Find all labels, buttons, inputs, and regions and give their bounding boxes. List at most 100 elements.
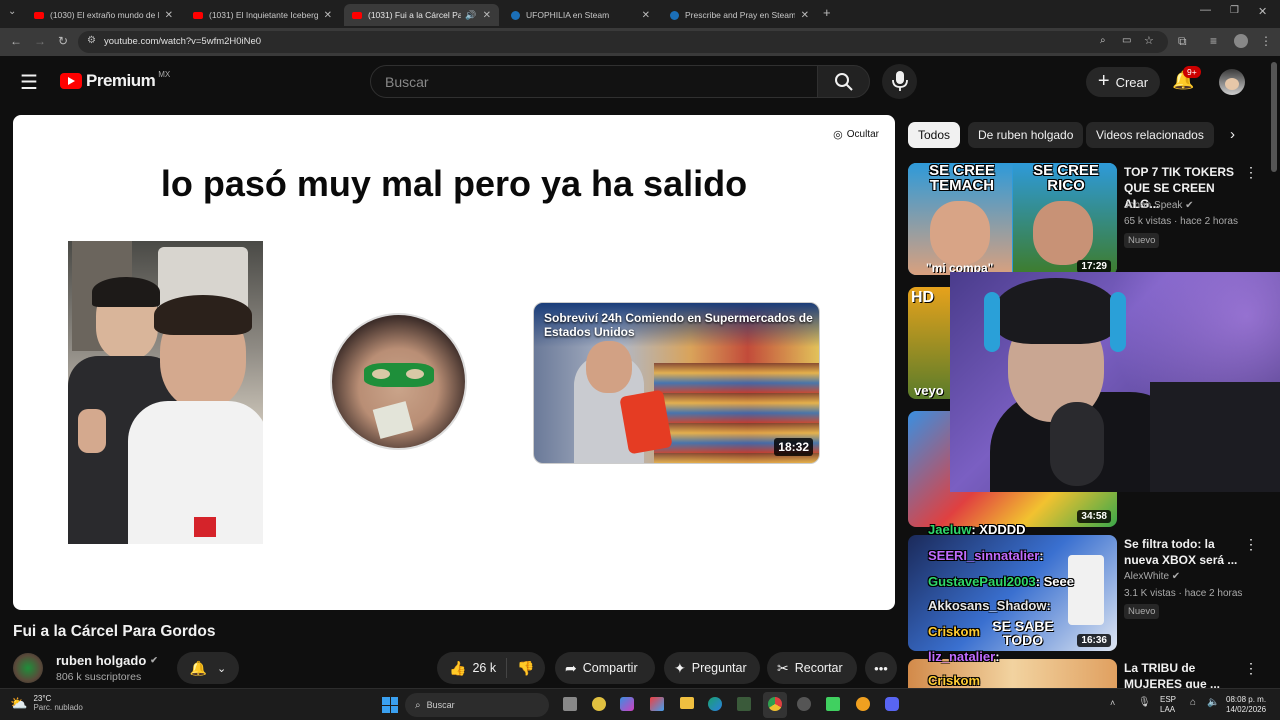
- more-actions-button[interactable]: •••: [865, 652, 897, 684]
- maximize-icon[interactable]: ❐: [1230, 5, 1239, 16]
- hamburger-menu-icon[interactable]: ☰: [20, 70, 38, 95]
- back-icon[interactable]: ←: [10, 34, 22, 48]
- scissors-icon: ✂: [777, 659, 789, 676]
- forward-icon[interactable]: →: [34, 34, 46, 48]
- ask-button[interactable]: ✦ Preguntar: [664, 652, 760, 684]
- voice-search-button[interactable]: [882, 64, 917, 99]
- reload-icon[interactable]: ↻: [58, 34, 68, 48]
- chevron-right-icon[interactable]: ›: [1230, 126, 1235, 143]
- close-icon[interactable]: ✕: [642, 10, 650, 21]
- close-icon[interactable]: ✕: [324, 10, 332, 21]
- app-icon-2[interactable]: [737, 697, 751, 711]
- rec-channel-row-1[interactable]: Johan Speak ✔: [1124, 200, 1194, 211]
- rec-channel: Johan Speak: [1124, 200, 1183, 211]
- rec-channel-row-4[interactable]: AlexWhite ✔: [1124, 571, 1180, 582]
- weather-desc: Parc. nublado: [33, 703, 83, 712]
- chat-text: :: [995, 649, 1000, 664]
- close-icon[interactable]: ✕: [801, 10, 809, 21]
- store-icon[interactable]: [650, 697, 664, 711]
- clock[interactable]: 08:08 p. m. 14/02/2026: [1226, 695, 1266, 715]
- minimize-icon[interactable]: —: [1200, 4, 1211, 16]
- channel-name[interactable]: ruben holgado: [56, 653, 146, 668]
- page-scrollbar[interactable]: [1271, 62, 1277, 172]
- task-view-icon[interactable]: [563, 697, 577, 711]
- channel-avatar[interactable]: [13, 653, 43, 683]
- microphone-icon: [892, 71, 908, 91]
- file-explorer-icon[interactable]: [680, 697, 694, 709]
- microphone-tray-icon[interactable]: 🎙: [1138, 697, 1151, 708]
- search-icon: [835, 73, 853, 91]
- rec-title-4[interactable]: Se filtra todo: la nueva XBOX será ...: [1124, 536, 1240, 568]
- kick-icon[interactable]: [826, 697, 840, 711]
- edge-icon[interactable]: [708, 697, 722, 711]
- search-input[interactable]: [370, 65, 818, 98]
- bookmark-star-icon[interactable]: ☆: [1144, 34, 1154, 47]
- bell-icon: 🔔: [189, 659, 208, 676]
- notifications-button[interactable]: 🔔 9+: [1172, 66, 1201, 91]
- browser-tab-5[interactable]: Prescribe and Pray en Steam ✕: [662, 4, 817, 26]
- reading-list-icon[interactable]: ≡: [1210, 34, 1217, 48]
- volume-icon[interactable]: 🔈: [1207, 697, 1219, 708]
- youtube-premium-logo[interactable]: Premium MX: [60, 70, 170, 91]
- chat-text: : XDDDD: [971, 522, 1026, 537]
- rec-duration: 34:58: [1077, 510, 1111, 523]
- extensions-icon[interactable]: ⧉: [1178, 34, 1187, 49]
- app-icon-1[interactable]: [592, 697, 606, 711]
- app-icon-3[interactable]: [856, 697, 870, 711]
- search-button[interactable]: [817, 65, 870, 98]
- discord-icon[interactable]: [885, 697, 899, 711]
- share-button[interactable]: ➦ Compartir: [555, 652, 655, 684]
- cast-icon[interactable]: ▭: [1122, 35, 1131, 46]
- video-player[interactable]: ◎ Ocultar lo pasó muy mal pero ya ha sal…: [13, 115, 895, 610]
- zoom-icon[interactable]: ⌕: [1100, 35, 1106, 46]
- windows-start-icon[interactable]: [382, 697, 398, 713]
- browser-tab-3-active[interactable]: (1031) Fui a la Cárcel Para G 🔊 ✕: [344, 4, 499, 26]
- language-indicator[interactable]: ESP LAA: [1160, 695, 1176, 715]
- hide-button[interactable]: ◎ Ocultar: [833, 128, 879, 141]
- ask-label: Preguntar: [691, 661, 747, 675]
- tab-search-icon[interactable]: ⌄: [8, 6, 16, 17]
- browser-tab-2[interactable]: (1031) El Inquietante Iceberg de ✕: [185, 4, 340, 26]
- copilot-icon[interactable]: [620, 697, 634, 711]
- tray-chevron-icon[interactable]: ˄: [1110, 698, 1115, 708]
- like-button[interactable]: 👍 26 k: [437, 658, 507, 678]
- address-field[interactable]: ⚙ youtube.com/watch?v=5wfm2H0iNe0 ⌕ ▭ ☆: [78, 31, 1168, 53]
- more-vertical-icon[interactable]: ⋮: [1244, 536, 1258, 553]
- chip-all[interactable]: Todos: [908, 122, 961, 148]
- taskbar-search-box[interactable]: ⌕ Buscar: [405, 693, 549, 717]
- rec-duration: 16:36: [1077, 634, 1111, 647]
- profile-avatar-icon[interactable]: [1234, 34, 1248, 48]
- weather-widget[interactable]: ⛅ 23°C Parc. nublado: [10, 694, 83, 712]
- close-icon[interactable]: ✕: [483, 10, 491, 21]
- video-headline-text: lo pasó muy mal pero ya ha salido: [160, 163, 748, 204]
- window-close-icon[interactable]: ✕: [1258, 5, 1267, 18]
- browser-tab-1[interactable]: (1030) El extraño mundo de los ✕: [26, 4, 181, 26]
- subscription-bell-button[interactable]: 🔔 ⌄: [177, 652, 239, 684]
- browser-tab-bar: ⌄ (1030) El extraño mundo de los ✕ (1031…: [0, 0, 1280, 28]
- url-text[interactable]: youtube.com/watch?v=5wfm2H0iNe0: [104, 36, 261, 47]
- network-icon[interactable]: ⌂: [1190, 697, 1196, 708]
- steam-app-icon[interactable]: [797, 697, 811, 711]
- site-info-icon[interactable]: ⚙: [87, 35, 96, 46]
- new-tab-icon[interactable]: +: [823, 5, 831, 20]
- clip-button[interactable]: ✂ Recortar: [767, 652, 857, 684]
- speaker-icon[interactable]: 🔊: [465, 10, 476, 21]
- more-vertical-icon[interactable]: ⋮: [1244, 660, 1258, 677]
- clip-label: Recortar: [794, 661, 843, 675]
- youtube-icon: [193, 11, 203, 19]
- chip-related[interactable]: Videos relacionados: [1086, 122, 1214, 148]
- close-icon[interactable]: ✕: [165, 10, 173, 21]
- browser-menu-icon[interactable]: ⋮: [1260, 34, 1272, 48]
- create-button[interactable]: + Crear: [1086, 67, 1160, 97]
- more-vertical-icon[interactable]: ⋮: [1244, 164, 1258, 181]
- rec-thumbnail-1[interactable]: SE CREE TEMACH SE CREE RICO "mi compa" 1…: [908, 163, 1117, 275]
- embedded-video-card[interactable]: Sobreviví 24h Comiendo en Supermercados …: [533, 302, 820, 464]
- channel-name-row[interactable]: ruben holgado ✔: [56, 653, 158, 668]
- windows-taskbar: ⛅ 23°C Parc. nublado ⌕ Buscar ˄ 🎙 ESP LA…: [0, 688, 1280, 720]
- account-avatar[interactable]: [1219, 69, 1245, 95]
- chip-from-channel[interactable]: De ruben holgado: [968, 122, 1084, 148]
- browser-tab-4[interactable]: UFOPHILIA en Steam ✕: [503, 4, 658, 26]
- chevron-down-icon: ⌄: [216, 662, 227, 675]
- like-dislike-group: 👍 26 k 👎: [437, 652, 545, 684]
- dislike-button[interactable]: 👎: [517, 660, 534, 677]
